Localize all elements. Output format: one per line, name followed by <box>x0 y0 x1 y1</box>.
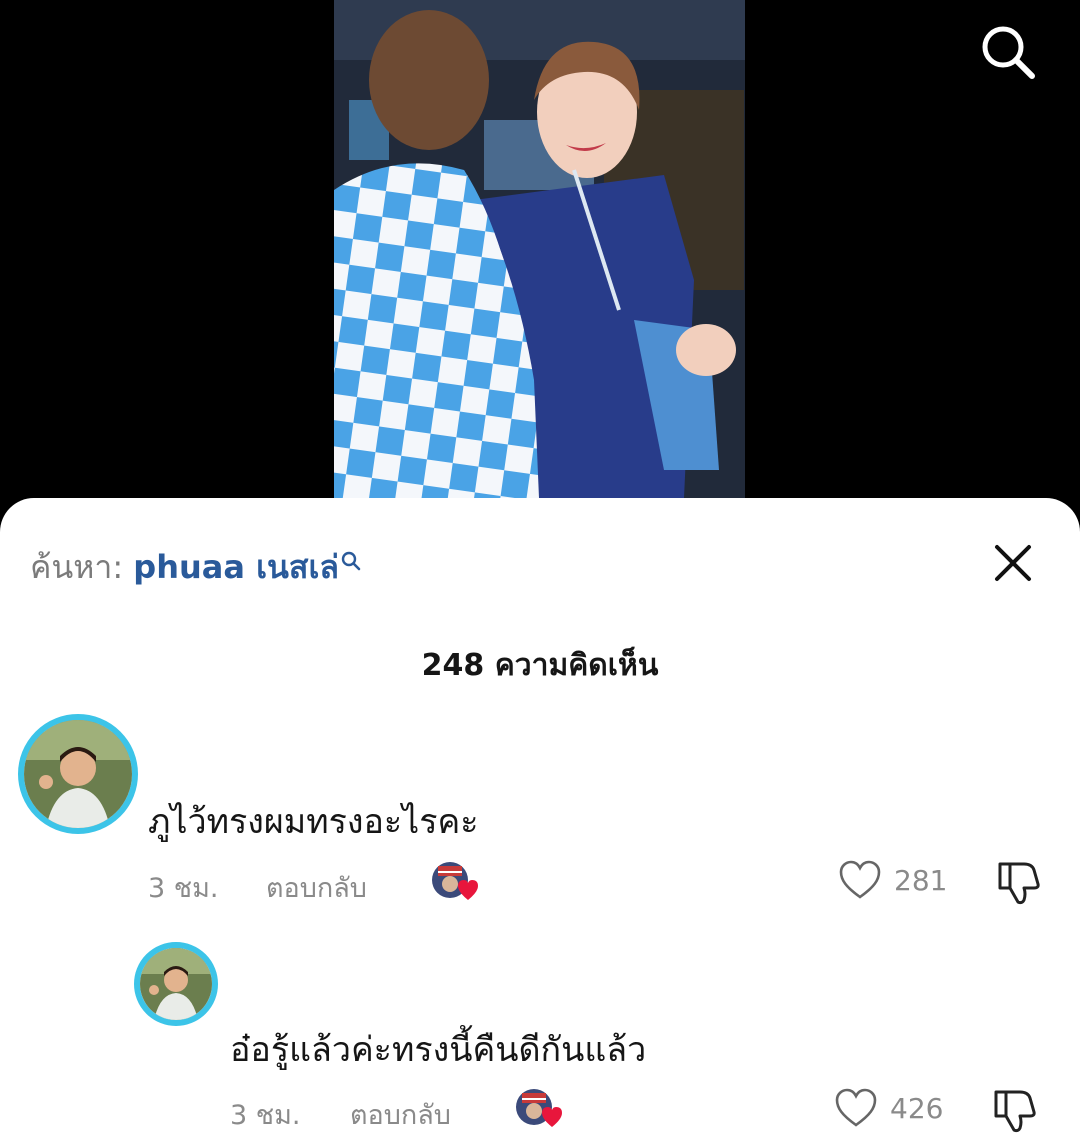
like-count: 281 <box>894 863 948 897</box>
heart-icon <box>835 1088 877 1127</box>
like-button[interactable]: 426 <box>834 1088 943 1128</box>
video-thumbnail[interactable] <box>334 0 745 498</box>
creator-liked-badge <box>432 860 484 904</box>
comment-text: ภูไว้ทรงผมทรงอะไรคะ <box>148 802 479 842</box>
comment-time: 3 ชม. <box>230 1100 301 1131</box>
like-button[interactable]: 281 <box>838 860 947 900</box>
reply-button[interactable]: ตอบกลับ <box>266 866 367 909</box>
search-prefix: ค้นหา: <box>30 548 124 586</box>
like-count: 426 <box>890 1091 944 1125</box>
search-suggestion: ค้นหา: phuaa เนสเล่ <box>30 542 361 593</box>
creator-liked-badge <box>516 1087 568 1131</box>
video-image <box>334 0 745 498</box>
close-icon[interactable] <box>992 542 1034 584</box>
dislike-icon[interactable] <box>994 858 1042 906</box>
reply-button[interactable]: ตอบกลับ <box>350 1093 451 1136</box>
dislike-icon[interactable] <box>990 1086 1038 1134</box>
heart-icon <box>839 860 881 899</box>
avatar[interactable] <box>134 942 218 1026</box>
video-area <box>0 0 1080 520</box>
comment-time: 3 ชม. <box>148 873 219 904</box>
small-search-icon <box>341 542 361 580</box>
comment-text: อ๋อรู้แล้วค่ะทรงนี้คืนดีกันแล้ว <box>230 1030 647 1070</box>
search-icon[interactable] <box>978 22 1038 82</box>
comments-sheet: ค้นหา: phuaa เนสเล่ 248 ความคิดเห็น ภูไว… <box>0 498 1080 1147</box>
avatar[interactable] <box>18 714 138 834</box>
comments-count: 248 ความคิดเห็น <box>421 648 659 683</box>
search-query-link[interactable]: phuaa เนสเล่ <box>133 548 339 586</box>
